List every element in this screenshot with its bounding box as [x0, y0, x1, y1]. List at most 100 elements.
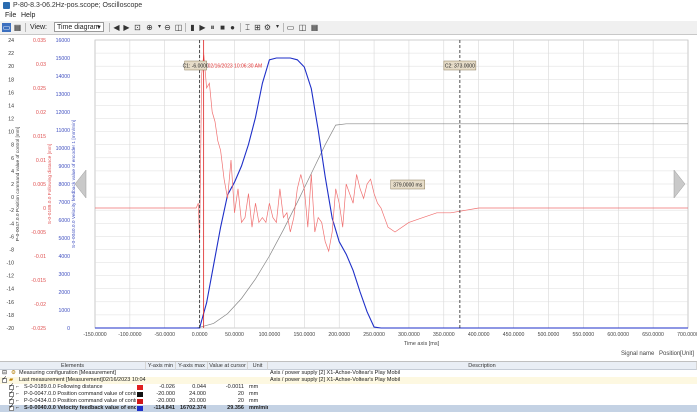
- pause-icon[interactable]: ⏸: [208, 23, 217, 32]
- unit-label: [Unit]: [680, 351, 695, 357]
- row-ymax[interactable]: 16702.374: [176, 405, 206, 412]
- menu-bar: File Help: [0, 11, 697, 21]
- grid-header-ymin[interactable]: Y-axis min: [146, 362, 176, 370]
- layout-single-icon[interactable]: ▭: [286, 23, 295, 32]
- scroll-left-icon[interactable]: ◀: [112, 23, 121, 32]
- y-tick-label: 0.025: [33, 86, 46, 92]
- y-tick-label: -8: [9, 247, 14, 253]
- oscilloscope-plot[interactable]: -150.0000 -100.0000 -50.0000 0.0000 50.0000 1…: [0, 34, 697, 360]
- grid-header-description[interactable]: Description: [268, 362, 697, 370]
- row-unit: mm: [249, 398, 259, 404]
- table-row[interactable]: ▰ Last measurement [Measurement]02/16/20…: [0, 376, 697, 384]
- select-region-icon[interactable]: ◫: [174, 23, 183, 32]
- color-swatch-red[interactable]: [137, 399, 143, 404]
- grid-header-ymax[interactable]: Y-axis max: [176, 362, 208, 370]
- color-swatch-red[interactable]: [137, 385, 143, 390]
- y-tick-label: -12: [7, 274, 15, 280]
- zoom-in-icon[interactable]: ⊕: [145, 23, 154, 32]
- table-row-selected[interactable]: ⌐ S-0-0040.0.0 Velocity feedback value o…: [0, 404, 697, 412]
- row-ymin[interactable]: -20.000: [146, 398, 175, 405]
- x-tick-label: 550.0000: [573, 332, 595, 338]
- row-ymin[interactable]: -0.026: [146, 384, 175, 391]
- zoom-out-icon[interactable]: ⊖: [163, 23, 172, 32]
- table-row[interactable]: ⊟ ⚙ Measuring configuration [Measurement…: [0, 370, 697, 377]
- scroll-left-arrow-icon[interactable]: [75, 170, 87, 198]
- y-tick-label: 5000: [58, 236, 70, 242]
- play-icon[interactable]: ▶: [198, 23, 207, 32]
- view-dropdown[interactable]: Time diagram ▼: [54, 22, 104, 32]
- row-label: S-0-0189.0.0 Following distance: [24, 384, 103, 390]
- row-ymax[interactable]: 0.044: [176, 384, 206, 391]
- x-tick-label: 650.0000: [642, 332, 664, 338]
- y-tick-label: 8000: [58, 182, 70, 188]
- y-tick-label: 16: [8, 90, 14, 96]
- cursor-icon[interactable]: ⌶: [243, 23, 252, 32]
- row-value: 29.356: [227, 405, 244, 411]
- record-icon[interactable]: ●: [228, 23, 237, 32]
- grid-header-elements[interactable]: Elements: [0, 362, 146, 370]
- y-tick-label: 14000: [56, 74, 71, 80]
- layout-grid-icon[interactable]: ▦: [310, 23, 319, 32]
- x-tick-label: 600.0000: [607, 332, 629, 338]
- toolbar-separator: [25, 23, 26, 32]
- grid-header-value-at-cursor[interactable]: Value at cursor: [208, 362, 248, 370]
- row-label: P-0-0047.0.0 Position command value of c…: [24, 391, 136, 397]
- table-row[interactable]: ⌐ P-0-0047.0.0 Position command value of…: [0, 390, 697, 398]
- scroll-right-arrow-icon[interactable]: [673, 170, 685, 198]
- position-label: Position: [659, 351, 681, 357]
- y-tick-label: 0.015: [33, 134, 46, 140]
- signal-icon: ⌐: [16, 384, 20, 390]
- y-tick-label: 3000: [58, 272, 70, 278]
- y-tick-label: 0: [67, 326, 70, 332]
- color-swatch-blue[interactable]: [137, 406, 143, 411]
- row-unit: mm/min: [249, 405, 268, 411]
- row-checkbox[interactable]: [9, 404, 14, 411]
- step-start-icon[interactable]: ▮: [188, 23, 197, 32]
- row-label: P-0-0434.0.0 Position command value of c…: [24, 398, 136, 404]
- y-tick-label: 2: [11, 182, 14, 188]
- layout-split-icon[interactable]: ◫: [298, 23, 307, 32]
- x-tick-label: -100.0000: [118, 332, 141, 338]
- row-ymin[interactable]: -114.841: [146, 405, 175, 412]
- oscilloscope-app-icon: [3, 2, 10, 9]
- table-row[interactable]: ⌐ S-0-0189.0.0 Following distance -0.026…: [0, 383, 697, 391]
- y-tick-label: 0.01: [36, 158, 46, 164]
- y-tick-label: 8: [11, 143, 14, 149]
- y-tick-label: 11000: [56, 128, 70, 134]
- x-tick-label: -150.0000: [83, 332, 106, 338]
- y-tick-label: -18: [7, 313, 15, 319]
- y-tick-label: 6000: [58, 218, 70, 224]
- window-title: P-80-8.3-06.2Hz-pos.scope; Oscilloscope: [13, 2, 143, 9]
- row-value: 20: [237, 391, 244, 397]
- y-tick-label: 10000: [56, 146, 71, 152]
- stop-icon[interactable]: ■: [218, 23, 227, 32]
- row-ymax[interactable]: 24.000: [176, 391, 206, 398]
- measure-icon[interactable]: ⊞: [253, 23, 262, 32]
- y-tick-label: 2000: [58, 290, 70, 296]
- color-swatch-black[interactable]: [137, 392, 143, 397]
- y-tick-label: 22: [8, 51, 14, 57]
- grid-header-unit[interactable]: Unit: [248, 362, 268, 370]
- row-checkbox[interactable]: [2, 376, 7, 383]
- settings-dropdown-icon[interactable]: ▾: [273, 23, 282, 32]
- x-tick-label: 350.0000: [433, 332, 455, 338]
- scroll-right-icon[interactable]: ▶: [122, 23, 131, 32]
- y-tick-label: 24: [8, 38, 14, 44]
- table-row[interactable]: ⌐ P-0-0434.0.0 Position command value of…: [0, 397, 697, 405]
- y-tick-label: -0.02: [34, 302, 46, 308]
- fit-view-icon[interactable]: ⊡: [133, 23, 142, 32]
- xy-mode-icon[interactable]: ▦: [13, 23, 22, 32]
- menu-file[interactable]: File: [5, 11, 16, 21]
- y-tick-label: -16: [7, 300, 15, 306]
- y-axis-label: S-0-0189.0.0 Following distance [mm]: [47, 144, 53, 225]
- time-diagram-chart[interactable]: -150.0000 -100.0000 -50.0000 0.0000 50.0000 1…: [0, 34, 697, 360]
- row-ymin[interactable]: -20.000: [146, 391, 175, 398]
- signal-icon: ⌐: [16, 405, 20, 411]
- time-diagram-mode-icon[interactable]: ▭: [2, 23, 11, 32]
- row-ymax[interactable]: 20.000: [176, 398, 206, 405]
- y-tick-label: 12000: [56, 110, 71, 116]
- signal-grid: Elements Y-axis min Y-axis max Value at …: [0, 361, 697, 415]
- gear-icon[interactable]: ⚙: [263, 23, 272, 32]
- toolbar: ▭ ▦ View: Time diagram ▼ ◀ ▶ ⊡ ⊕ ▾ ⊖ ◫ ▮…: [0, 21, 697, 35]
- menu-help[interactable]: Help: [21, 11, 35, 21]
